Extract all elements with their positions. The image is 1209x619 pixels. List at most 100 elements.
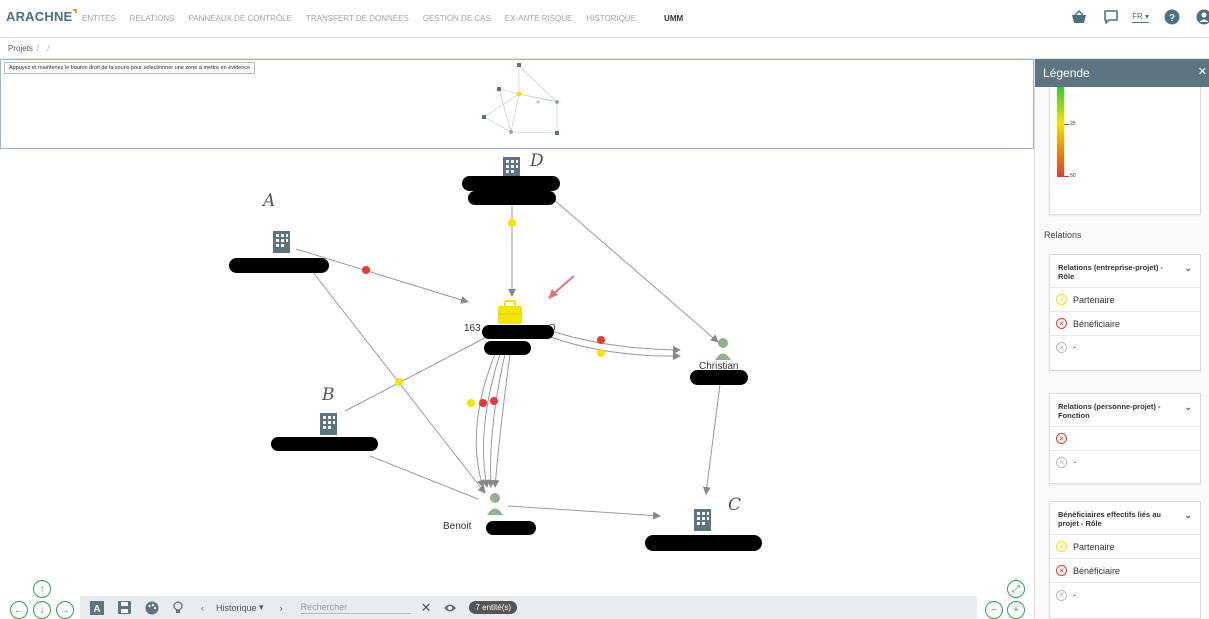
clear-search-icon[interactable]: ✕	[421, 596, 432, 619]
redaction	[690, 370, 748, 385]
edge-project-benoit-2	[481, 353, 501, 488]
redaction	[484, 341, 531, 355]
lightbulb-icon[interactable]	[173, 596, 183, 619]
save-icon[interactable]	[118, 596, 131, 619]
edge-dot-partner	[508, 219, 516, 227]
building-node-d	[503, 157, 520, 176]
card-title[interactable]: Relations (personne-projet) - Fonction ⌄	[1050, 394, 1200, 427]
benoit-label: Benoit	[443, 521, 472, 532]
none-icon: ✕	[1056, 457, 1067, 468]
edge-project-benoit-3	[486, 353, 506, 488]
card-title[interactable]: Relations (entreprise-projet) - Rôle ⌄	[1050, 255, 1200, 288]
scale-tick-50: 50	[1070, 173, 1076, 179]
eye-icon[interactable]	[443, 596, 457, 619]
annotation-letter-d: D	[530, 151, 544, 171]
project-label-prefix: 163	[464, 323, 481, 334]
nav-item-relations[interactable]: RELATIONS	[130, 14, 175, 23]
history-next-button[interactable]: ›	[280, 596, 283, 619]
edge-dot-partner	[597, 349, 605, 357]
redaction	[482, 325, 554, 339]
redaction	[645, 535, 762, 551]
header-actions: FR ▾ ?	[1056, 8, 1209, 26]
pan-down-button[interactable]: ↓	[33, 601, 51, 619]
nav-item-transfert[interactable]: TRANSFERT DE DONNÉES	[306, 14, 409, 23]
zoom-out-button[interactable]: −	[985, 601, 1003, 619]
relations-title: Relations	[1044, 230, 1082, 240]
bottom-toolbar: A ‹ Historique ▾ › Rechercher ✕ 7 entité…	[80, 596, 977, 619]
chevron-down-icon[interactable]: ⌄	[1184, 264, 1192, 273]
chat-icon[interactable]	[1102, 8, 1120, 26]
redaction	[486, 521, 536, 535]
scale-tick-25: 25	[1070, 121, 1076, 127]
minimap[interactable]: Appuyez et maintenez le bouton droit de …	[0, 59, 1034, 149]
legend-row-none: ✕ -	[1050, 583, 1200, 607]
basket-icon[interactable]	[1070, 8, 1088, 26]
edge-dot-partner	[395, 378, 403, 386]
history-select[interactable]: Historique ▾	[216, 596, 264, 619]
user-icon[interactable]	[1195, 8, 1209, 26]
legend-row-partner: ✕ Partenaire	[1050, 535, 1200, 559]
redaction	[271, 437, 378, 451]
annotation-letter-a: A	[263, 191, 276, 211]
redaction	[462, 176, 560, 191]
pan-up-button[interactable]: ↑	[33, 580, 51, 598]
building-node-a	[273, 231, 290, 253]
chevron-down-icon[interactable]: ⌄	[1184, 511, 1192, 520]
nav-item-exante[interactable]: EX-ANTE RISQUE	[505, 14, 573, 23]
card-title[interactable]: Bénéficiaires effectifs liés au projet -…	[1050, 502, 1200, 535]
breadcrumb: Projets / /	[0, 38, 1209, 59]
entity-count-badge: 7 entité(s)	[469, 601, 518, 614]
edge-project-benoit-4	[491, 353, 511, 488]
legend-header: Légende ✕	[1035, 59, 1209, 87]
pan-right-button[interactable]: →	[56, 601, 74, 619]
legend-card-entreprise-projet: Relations (entreprise-projet) - Rôle ⌄ ✕ P…	[1049, 254, 1201, 371]
legend-row-none: ✕ -	[1050, 336, 1200, 370]
nav-item-panneaux[interactable]: PANNEAUX DE CONTRÔLE	[189, 14, 292, 23]
language-select[interactable]: FR ▾	[1132, 12, 1149, 23]
color-scale-bar	[1057, 87, 1064, 177]
fit-view-button[interactable]: ⤢	[1007, 580, 1025, 598]
nav-item-entites[interactable]: ENTITÉS	[82, 14, 116, 23]
legend-row-beneficiary: ✕	[1050, 427, 1200, 451]
legend-panel: Légende ✕ 25 50 Relations Relations (ent…	[1034, 59, 1209, 619]
search-input[interactable]: Rechercher	[300, 602, 411, 614]
chevron-down-icon[interactable]: ⌄	[1184, 403, 1192, 412]
help-icon[interactable]: ?	[1163, 8, 1181, 26]
none-icon: ✕	[1056, 589, 1067, 601]
annotation-letter-b: B	[322, 385, 335, 405]
person-node-benoit	[487, 493, 503, 515]
edge-dot-beneficiary	[597, 336, 605, 344]
breadcrumb-root[interactable]: Projets	[8, 44, 33, 53]
legend-row-beneficiary: ✕ Bénéficiaire	[1050, 559, 1200, 583]
close-icon[interactable]: ✕	[1198, 65, 1207, 78]
text-toggle-icon[interactable]: A	[90, 596, 104, 619]
pan-left-button[interactable]: ←	[10, 601, 28, 619]
edge-dot-partner	[467, 399, 475, 407]
legend-row-partner: ✕ Partenaire	[1050, 288, 1200, 312]
app-logo[interactable]: ARACHNE	[6, 9, 78, 24]
beneficiary-icon: ✕	[1056, 318, 1067, 329]
edge-christian-c	[702, 383, 721, 495]
legend-card-personne-projet: Relations (personne-projet) - Fonction ⌄ …	[1049, 393, 1201, 484]
palette-icon[interactable]	[145, 596, 159, 619]
edge-dot-beneficiary	[362, 266, 370, 274]
nav-item-historique[interactable]: HISTORIQUE	[586, 14, 636, 23]
building-node-c	[694, 509, 711, 531]
partner-icon: ✕	[1056, 294, 1067, 305]
nav-item-umm[interactable]: UMM	[664, 14, 683, 23]
edge-a-project	[295, 248, 469, 304]
edge-dot-beneficiary	[490, 397, 498, 405]
graph-canvas[interactable]: A B C D 163 O Christian Benoit	[0, 149, 1034, 591]
history-prev-button[interactable]: ‹	[201, 596, 204, 619]
edge-dot-beneficiary	[479, 399, 487, 407]
edge-d-christian	[529, 178, 719, 343]
svg-text:?: ?	[1169, 13, 1175, 24]
project-node	[498, 300, 522, 324]
zoom-in-button[interactable]: +	[1007, 601, 1025, 619]
beneficiary-icon: ✕	[1056, 433, 1067, 444]
legend-row-none: ✕ -	[1050, 451, 1200, 483]
redaction	[468, 191, 556, 205]
annotation-arrow	[551, 275, 575, 296]
nav-item-gestion[interactable]: GESTION DE CAS	[423, 14, 491, 23]
redaction	[229, 258, 329, 273]
